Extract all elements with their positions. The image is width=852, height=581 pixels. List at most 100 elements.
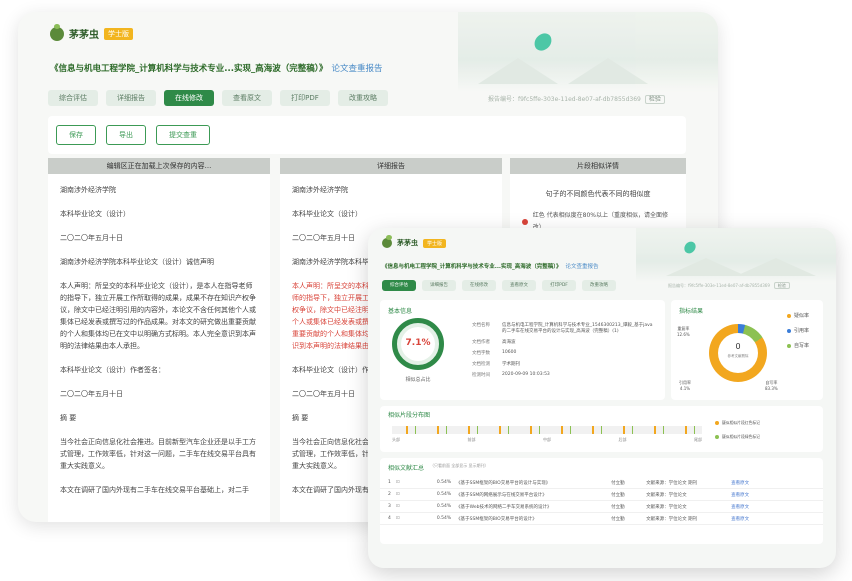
stat-callout-self: 自写率 83.3% [765, 380, 778, 391]
orange-dot-icon [787, 313, 791, 318]
legend-label: 自写率 [794, 343, 810, 349]
tab-print-pdf[interactable]: 打印PDF [542, 280, 576, 291]
report-fingerprint: 报告编号：f9fc5ffe-303e-11ed-8e07-af-db7855d3… [488, 94, 665, 104]
bookmark-icon[interactable]: ⊡ [396, 480, 402, 485]
detail-column-header: 详细报告 [280, 158, 502, 174]
distribution-card: 相似片段分布图 头部 前部 中部 后部 尾部 疑似相似片段红色标记 疑似相似片段… [380, 406, 823, 452]
row-percent: 0.54% [436, 492, 452, 497]
row-source: 《基于SSM框架的BIO交易平台的设计与实现》 [456, 480, 551, 486]
detail-paragraph: 湖南涉外经济学院 [292, 186, 348, 194]
legend-item: 疑似相似片段绿色标记 [715, 434, 760, 440]
info-key: 文档字数 [472, 351, 490, 356]
axis-label: 前部 [467, 437, 476, 442]
legend-item: 自写率 [787, 342, 809, 349]
row-desc: 文献来源：学位论文 [646, 492, 687, 498]
literature-row[interactable]: 3 ⊡ 0.54% 《基于Web技术的网络二手车交易系统的设计》 付立勤 文献来… [380, 501, 823, 513]
orange-dot-icon [715, 421, 719, 425]
info-value: 2020-09-09 10:03:53 [502, 372, 550, 377]
view-original-link[interactable]: 查看原文 [731, 504, 749, 510]
row-desc: 文献来源：学位论文 [646, 504, 687, 510]
info-key: 文档作者 [472, 340, 490, 345]
verify-button[interactable]: 检验 [773, 282, 790, 289]
report-tabs: 综合评估 详细报告 在线修改 查看原文 打印PDF 改重攻略 [48, 90, 388, 106]
literature-row[interactable]: 4 ⊡ 0.54% 《基于SSM框架的BIO交易平台的设计》 付立勤 文献来源：… [380, 513, 823, 525]
bookmark-icon[interactable]: ⊡ [396, 516, 402, 521]
view-original-link[interactable]: 查看原文 [731, 516, 749, 522]
fingerprint-text: 报告编号：f9fc5ffe-303e-11ed-8e07-af-db7855d3… [488, 96, 641, 103]
legend-label: 疑似相似片段绿色标记 [722, 434, 760, 439]
red-dot-icon [522, 219, 528, 225]
donut-center-label: 参考文献剔除 [727, 354, 749, 358]
tab-view-original[interactable]: 查看原文 [222, 90, 272, 106]
report-title-text: 《信息与机电工程学院_计算机科学与技术专业...实现_高海波（完整稿）》 [382, 264, 562, 270]
verify-button[interactable]: 检验 [644, 95, 665, 104]
header-decoration [458, 12, 718, 92]
literature-row[interactable]: 2 ⊡ 0.54% 《基于SSM的网络展示与在线交易平台设计》 付立勤 文献来源… [380, 489, 823, 501]
info-row-author: 文档作者 高海波 [472, 339, 657, 345]
bookmark-icon[interactable]: ⊡ [396, 492, 402, 497]
editor-paragraph: 当今社会正向信息化社会推进。目前新型汽车企业还是以手工方式管理，工作效率低，针对… [60, 438, 256, 470]
report-window-front: 茅茅虫 学士版 《信息与机电工程学院_计算机科学与技术专业...实现_高海波（完… [368, 228, 836, 568]
tab-overview[interactable]: 综合评估 [382, 280, 416, 291]
report-fingerprint: 报告编号：f9fc5ffe-303e-11ed-8e07-af-db7855d3… [668, 282, 790, 289]
info-value: 10600 [502, 350, 517, 355]
bug-logo-icon [382, 235, 392, 248]
info-value: 高海波 [502, 340, 516, 345]
report-subtitle: 论文查重报告 [331, 64, 383, 74]
info-row-time: 检测时间 2020-09-09 10:03:53 [472, 372, 657, 378]
tab-revision-guide[interactable]: 改重攻略 [582, 280, 616, 291]
editor-toolbar: 保存 导出 提交查重 [48, 116, 686, 154]
row-author: 付立勤 [611, 480, 625, 486]
stat-callout-dup: 重复率 12.6% [677, 326, 690, 337]
distribution-axis: 头部 前部 中部 后部 尾部 [392, 437, 702, 443]
editor-column[interactable]: 编辑区正在加载上次保存的内容... 湖南涉外经济学院 本科毕业论文（设计） 二〇… [48, 158, 270, 522]
brand-name: 茅茅虫 [69, 30, 99, 41]
editor-paragraph: 湖南涉外经济学院 [60, 186, 116, 194]
literature-filter[interactable]: （只看前面 全部显示 显示期刊） [430, 463, 489, 472]
tab-overview[interactable]: 综合评估 [48, 90, 98, 106]
literature-row[interactable]: 1 ⊡ 0.54% 《基于SSM框架的BIO交易平台的设计与实现》 付立勤 文献… [380, 477, 823, 489]
front-header-decoration [636, 228, 836, 284]
stats-card: 指标结果 0 参考文献剔除 重复率 12.6% 引用率 4.1% 自写率 83.3% … [671, 300, 823, 400]
legend-label: 疑似率 [794, 313, 810, 319]
save-button[interactable]: 保存 [56, 125, 96, 145]
fingerprint-text: 报告编号：f9fc5ffe-303e-11ed-8e07-af-db7855d3… [668, 283, 770, 288]
report-title-text: 《信息与机电工程学院_计算机科学与技术专业...实现_高海波（完整稿）》 [50, 64, 328, 74]
info-value: 学术期刊 [502, 362, 520, 367]
stat-callout-ref: 引用率 4.1% [679, 380, 691, 391]
stat-value: 4.1% [679, 386, 691, 391]
tab-print-pdf[interactable]: 打印PDF [280, 90, 330, 106]
tab-detail-report[interactable]: 详细报告 [106, 90, 156, 106]
brand-logo[interactable]: 茅茅虫 学士版 [50, 23, 133, 41]
row-number: 3 [388, 504, 391, 509]
info-list: 文档名称 信息与机电工程学院_计算机科学与技术专业_1546300213_谭毅_基… [472, 322, 657, 383]
distribution-bar[interactable] [392, 426, 702, 434]
row-source: 《基于SSM的网络展示与在线交易平台设计》 [456, 492, 547, 498]
basic-info-card: 基本信息 7.1% 相似总占比 文档名称 信息与机电工程学院_计算机科学与技术专业… [380, 300, 665, 400]
tab-revision-guide[interactable]: 改重攻略 [338, 90, 388, 106]
row-author: 付立勤 [611, 492, 625, 498]
tab-detail-report[interactable]: 详细报告 [422, 280, 456, 291]
tab-view-original[interactable]: 查看原文 [502, 280, 536, 291]
bookmark-icon[interactable]: ⊡ [396, 504, 402, 509]
literature-title-text: 相似文献汇总 [388, 465, 425, 472]
tab-online-edit[interactable]: 在线修改 [462, 280, 496, 291]
distribution-legend: 疑似相似片段红色标记 疑似相似片段绿色标记 [715, 420, 760, 448]
view-original-link[interactable]: 查看原文 [731, 492, 749, 498]
editor-body[interactable]: 湖南涉外经济学院 本科毕业论文（设计） 二〇二〇年五月十日 湖南涉外经济学院本科… [48, 174, 270, 518]
export-button[interactable]: 导出 [106, 125, 146, 145]
tab-online-edit[interactable]: 在线修改 [164, 90, 214, 106]
info-row-title: 文档名称 信息与机电工程学院_计算机科学与技术专业_1546300213_谭毅_基… [472, 322, 657, 334]
view-original-link[interactable]: 查看原文 [731, 480, 749, 486]
stat-value: 12.6% [677, 332, 690, 337]
similar-column-header: 片段相似详情 [510, 158, 686, 174]
row-number: 1 [388, 480, 391, 485]
info-key: 文档检测 [472, 362, 490, 367]
brand-logo[interactable]: 茅茅虫 学士版 [382, 235, 447, 248]
legend-label: 疑似相似片段红色标记 [722, 420, 760, 425]
row-desc: 文献来源：学位论文 期刊 [646, 480, 698, 486]
editor-paragraph: 本科毕业论文（设计）作者签名： [60, 366, 165, 374]
bug-logo-icon [50, 23, 64, 41]
submit-check-button[interactable]: 提交查重 [156, 125, 210, 145]
stats-legend: 疑似率 引用率 自写率 [787, 312, 809, 357]
